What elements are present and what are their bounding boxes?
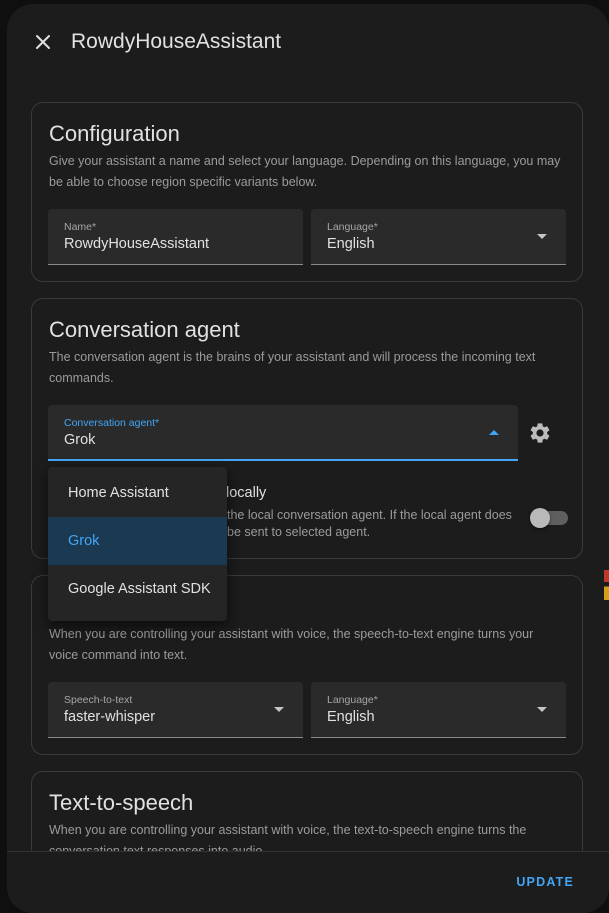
conversation-agent-menu: Home Assistant Grok Google Assistant SDK [48, 467, 227, 621]
speech-to-text-select-value: faster-whisper [64, 709, 156, 725]
dialog-footer: UPDATE [7, 851, 609, 913]
stt-language-select[interactable]: Language* English [311, 682, 566, 738]
name-field[interactable]: Name* RowdyHouseAssistant [48, 209, 303, 265]
menu-item-grok[interactable]: Grok [48, 517, 227, 565]
menu-item-google-assistant-sdk[interactable]: Google Assistant SDK [48, 565, 227, 613]
dialog-header: RowdyHouseAssistant [7, 4, 609, 80]
prefer-local-title: locally [226, 485, 267, 501]
configuration-title: Configuration [49, 121, 180, 146]
configuration-card: Configuration Give your assistant a name… [31, 102, 583, 282]
agent-settings-button[interactable] [528, 421, 554, 447]
update-button[interactable]: UPDATE [516, 875, 574, 889]
background-edge [604, 570, 609, 600]
conversation-agent-select-value: Grok [64, 432, 96, 448]
speech-to-text-select-label: Speech-to-text [64, 694, 133, 706]
close-button[interactable] [29, 28, 57, 56]
gear-icon [530, 423, 550, 443]
conversation-agent-select[interactable]: Conversation agent* Grok [48, 405, 518, 461]
language-select-label: Language* [327, 221, 378, 233]
prefer-local-description-line2: be sent to selected agent. [227, 525, 371, 539]
conversation-agent-title: Conversation agent [49, 317, 240, 342]
conversation-agent-select-label: Conversation agent* [64, 417, 160, 429]
conversation-agent-description: The conversation agent is the brains of … [49, 350, 536, 385]
chevron-down-icon [537, 707, 547, 712]
language-select-value: English [327, 236, 375, 252]
speech-to-text-description: When you are controlling your assistant … [49, 627, 534, 662]
text-to-speech-title: Text-to-speech [49, 790, 194, 815]
assistant-dialog: RowdyHouseAssistant Configuration Give y… [7, 4, 609, 913]
prefer-local-toggle[interactable] [530, 508, 568, 528]
chevron-down-icon [537, 234, 547, 239]
chevron-down-icon [274, 707, 284, 712]
toggle-knob [530, 508, 550, 528]
stt-language-select-label: Language* [327, 694, 378, 706]
chevron-up-icon [489, 430, 499, 435]
close-icon [36, 35, 50, 49]
configuration-description: Give your assistant a name and select yo… [49, 154, 561, 189]
menu-item-home-assistant[interactable]: Home Assistant [48, 469, 227, 517]
speech-to-text-select[interactable]: Speech-to-text faster-whisper [48, 682, 303, 738]
name-field-value: RowdyHouseAssistant [64, 236, 210, 252]
prefer-local-description-line1: the local conversation agent. If the loc… [227, 508, 512, 522]
language-select[interactable]: Language* English [311, 209, 566, 265]
stt-language-select-value: English [327, 709, 375, 725]
name-field-label: Name* [64, 221, 97, 233]
dialog-title: RowdyHouseAssistant [71, 30, 282, 53]
